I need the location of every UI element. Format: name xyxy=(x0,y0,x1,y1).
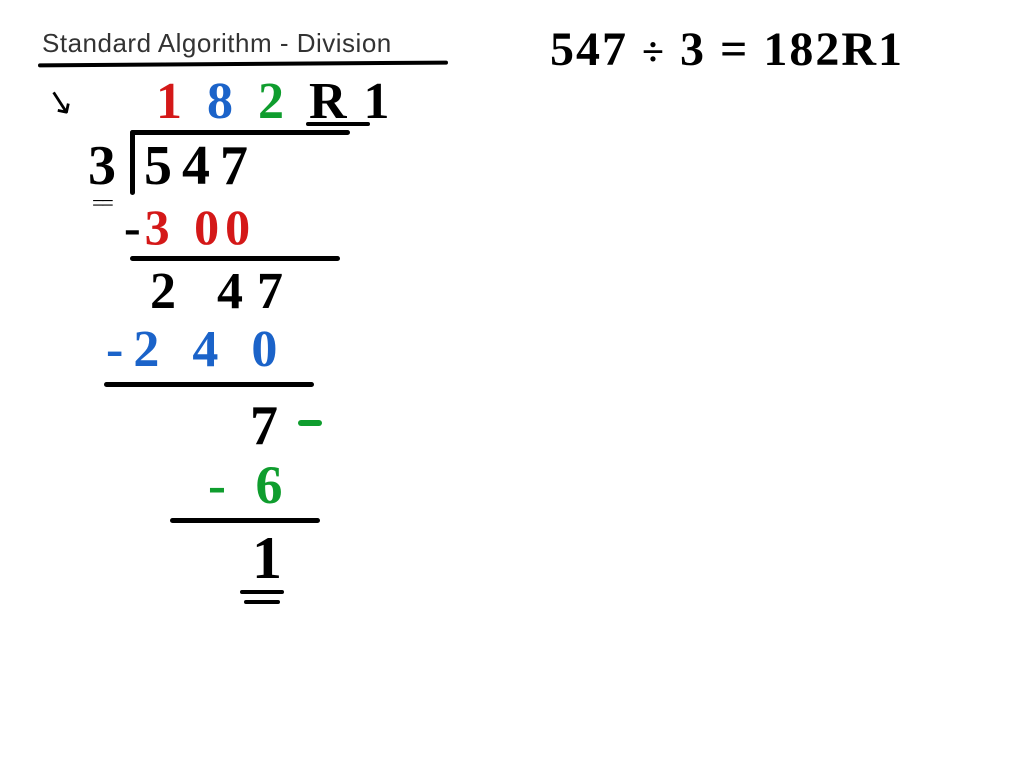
quotient-hundreds: 1 xyxy=(156,73,188,130)
title-underline xyxy=(38,61,448,68)
eq-divisor: 3 xyxy=(680,23,706,76)
arrow-icon: ↘ xyxy=(42,79,78,124)
eq-dividend: 547 xyxy=(550,23,628,76)
step1-value: 3 00 xyxy=(145,199,257,255)
remainder-underline xyxy=(306,122,370,126)
division-sign-icon: ÷ xyxy=(642,29,666,74)
divisor-underline: == xyxy=(92,190,111,216)
step3-line xyxy=(170,518,320,523)
division-bar-side xyxy=(130,130,135,195)
step1-line xyxy=(130,256,340,261)
step2-subtract: -2 4 0 xyxy=(106,320,287,379)
step1-subtract: -3 00 xyxy=(124,198,256,256)
final-underline-1 xyxy=(240,590,284,594)
divisor: 3 xyxy=(88,134,116,198)
minus-icon: - xyxy=(124,199,145,255)
eq-result: 182R1 xyxy=(763,23,904,76)
step3-subtract: - 6 xyxy=(208,454,290,516)
step2-result: 7 xyxy=(250,394,278,458)
step2-dash xyxy=(298,420,322,426)
quotient-ones: 2 xyxy=(258,73,290,130)
step2-line xyxy=(104,382,314,387)
equation-summary: 547 ÷ 3 = 182R1 xyxy=(550,22,904,77)
quotient-tens: 8 xyxy=(207,73,239,130)
equals-sign-icon: = xyxy=(720,23,749,76)
final-remainder: 1 xyxy=(252,524,282,593)
final-underline-2 xyxy=(244,600,280,604)
page-title: Standard Algorithm - Division xyxy=(42,28,392,59)
dividend: 547 xyxy=(144,134,258,198)
step1-result: 2 47 xyxy=(150,262,297,321)
